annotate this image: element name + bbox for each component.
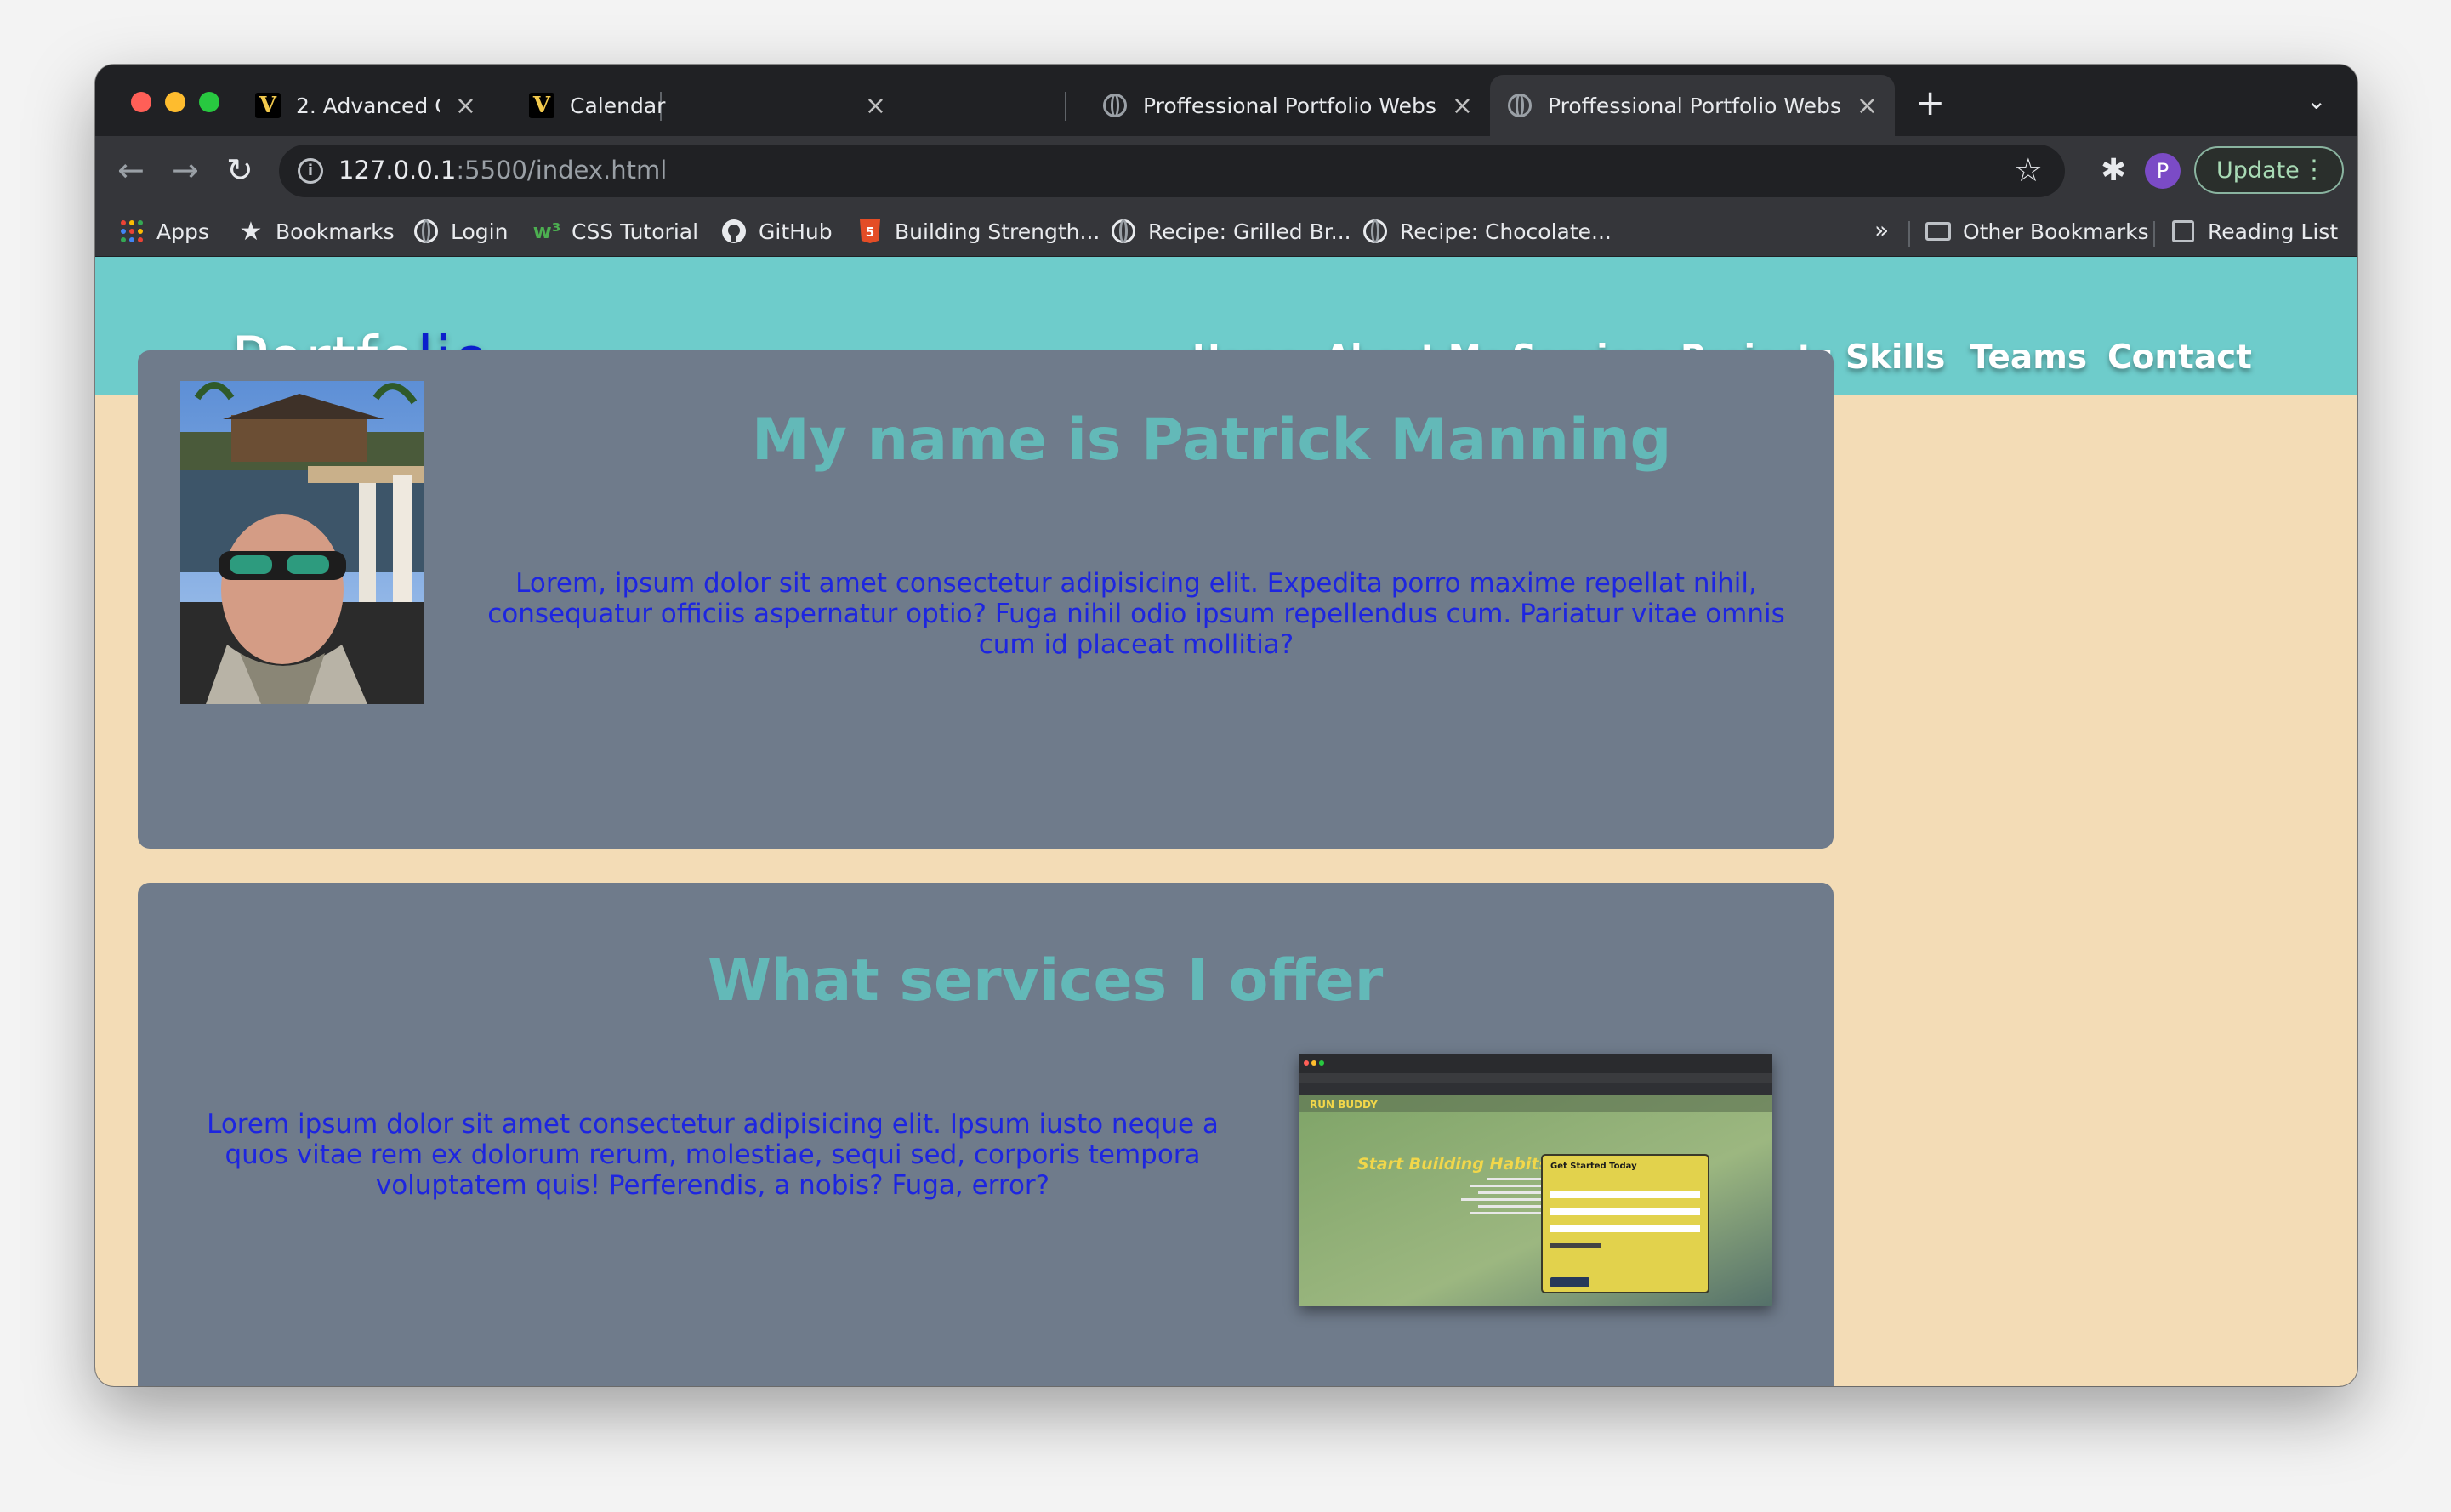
close-icon[interactable]: × — [1857, 91, 1878, 121]
more-menu-icon[interactable]: ⋮ — [2301, 155, 2327, 185]
bookmark-label: Apps — [156, 219, 209, 244]
reading-list-label: Reading List — [2208, 219, 2339, 244]
bookmark-star-icon[interactable]: ☆ — [2014, 151, 2043, 189]
tab-calendar[interactable]: V Calendar × — [512, 75, 903, 136]
w3schools-icon: w³ — [532, 219, 561, 243]
tab-title: Proffessional Portfolio Website — [1548, 93, 1841, 118]
profile-avatar[interactable]: P — [2145, 153, 2181, 189]
tab-strip: V 2. Advanced CSS Challenge: P × V Calen… — [95, 65, 2357, 136]
address-bar[interactable]: i 127.0.0.1:5500/index.html ☆ — [279, 145, 2065, 197]
about-section: My name is Patrick Manning Lorem, ipsum … — [138, 350, 1834, 849]
bookmark-building-strength[interactable]: 5 Building Strength... — [857, 216, 1100, 247]
bookmark-apps[interactable]: Apps — [119, 216, 209, 247]
url-text[interactable]: 127.0.0.1:5500/index.html — [338, 156, 667, 185]
window-close-button[interactable] — [131, 92, 151, 112]
window-maximize-button[interactable] — [199, 92, 219, 112]
star-icon: ★ — [239, 216, 263, 247]
forward-arrow-icon[interactable]: → — [172, 151, 199, 189]
services-text: Lorem ipsum dolor sit amet consectetur a… — [207, 1109, 1219, 1201]
close-icon[interactable]: × — [455, 91, 476, 121]
bookmarks-overflow-button[interactable]: » — [1874, 216, 1889, 244]
tab-portfolio-active[interactable]: Proffessional Portfolio Website × — [1490, 75, 1895, 136]
bookmark-label: Recipe: Grilled Br... — [1148, 219, 1351, 244]
new-tab-button[interactable]: + — [1915, 82, 1945, 123]
tab-search-chevron-icon[interactable]: ⌄ — [2306, 87, 2326, 115]
svg-text:5: 5 — [866, 225, 874, 240]
github-icon — [721, 219, 747, 244]
vanderbilt-icon: V — [255, 93, 281, 118]
bookmarks-divider — [1908, 221, 1910, 247]
bookmark-label: Login — [451, 219, 509, 244]
reading-list-icon — [2170, 219, 2196, 244]
bookmark-other-bookmarks[interactable]: Other Bookmarks — [1925, 216, 2149, 247]
reading-list-button[interactable]: Reading List — [2170, 216, 2338, 247]
page-viewport: Portfolio. Home About Me Services Projec… — [95, 257, 2357, 1386]
bookmark-label: CSS Tutorial — [572, 219, 699, 244]
extensions-puzzle-icon[interactable]: ✱ — [2101, 153, 2126, 188]
back-arrow-icon[interactable]: ← — [117, 151, 145, 189]
bookmark-label: Other Bookmarks — [1963, 219, 2149, 244]
globe-icon — [1507, 93, 1533, 118]
bookmark-label: Building Strength... — [895, 219, 1100, 244]
thumbnail-hero-text: Start Building Habits. — [1357, 1155, 1555, 1174]
services-title: What services I offer — [708, 947, 1384, 1015]
tab-title: Calendar — [570, 93, 666, 118]
site-info-icon[interactable]: i — [298, 158, 323, 184]
bookmark-label: Bookmarks — [276, 219, 395, 244]
tab-css-challenge[interactable]: V 2. Advanced CSS Challenge: P × — [238, 75, 493, 136]
close-icon[interactable]: × — [865, 91, 886, 121]
about-text: Lorem, ipsum dolor sit amet consectetur … — [487, 568, 1785, 660]
tab-title: Proffessional Portfolio Website — [1143, 93, 1436, 118]
bookmark-label: Recipe: Chocolate... — [1400, 219, 1612, 244]
thumbnail-form-title: Get Started Today — [1550, 1162, 1637, 1171]
bookmark-login[interactable]: Login — [413, 216, 508, 247]
bookmark-bookmarks[interactable]: ★ Bookmarks — [238, 216, 395, 247]
vanderbilt-icon: V — [529, 93, 554, 118]
globe-icon — [1111, 219, 1136, 244]
nav-contact-link[interactable]: Contact — [2107, 338, 2252, 377]
nav-skills-link[interactable]: Skills — [1845, 338, 1945, 377]
bookmarks-bar: Apps ★ Bookmarks Login w³ CSS Tutorial G… — [95, 206, 2357, 257]
about-title: My name is Patrick Manning — [752, 406, 1672, 474]
project-screenshot-thumbnail[interactable]: RUN BUDDY Start Building Habits. Get Sta… — [1299, 1054, 1772, 1306]
globe-icon — [1362, 219, 1388, 244]
reload-icon[interactable]: ↻ — [226, 151, 253, 189]
bookmark-recipe-grilled[interactable]: Recipe: Grilled Br... — [1111, 216, 1351, 247]
browser-window: V 2. Advanced CSS Challenge: P × V Calen… — [95, 65, 2357, 1386]
window-minimize-button[interactable] — [165, 92, 185, 112]
update-label: Update — [2216, 156, 2300, 184]
html5-icon: 5 — [857, 219, 883, 244]
bookmark-recipe-chocolate[interactable]: Recipe: Chocolate... — [1362, 216, 1612, 247]
services-section: What services I offer Lorem ipsum dolor … — [138, 883, 1834, 1386]
bookmark-css-tutorial[interactable]: w³ CSS Tutorial — [532, 216, 699, 247]
bookmarks-divider — [2153, 221, 2155, 247]
tab-divider — [1065, 92, 1066, 121]
thumbnail-brand: RUN BUDDY — [1310, 1099, 1378, 1111]
nav-teams-link[interactable]: Teams — [1970, 338, 2087, 377]
close-icon[interactable]: × — [1452, 91, 1473, 121]
tab-title: 2. Advanced CSS Challenge: P — [296, 93, 440, 118]
folder-icon — [1925, 219, 1951, 244]
profile-photo — [180, 381, 424, 704]
apps-grid-icon — [119, 219, 145, 244]
bookmark-github[interactable]: GitHub — [721, 216, 833, 247]
globe-icon — [413, 219, 439, 244]
update-button[interactable]: Update ⋮ — [2194, 146, 2344, 194]
tab-portfolio[interactable]: Proffessional Portfolio Website × — [1085, 75, 1490, 136]
globe-icon — [1102, 93, 1128, 118]
bookmark-label: GitHub — [759, 219, 833, 244]
browser-toolbar: ← → ↻ i 127.0.0.1:5500/index.html ☆ ✱ P … — [95, 136, 2357, 206]
